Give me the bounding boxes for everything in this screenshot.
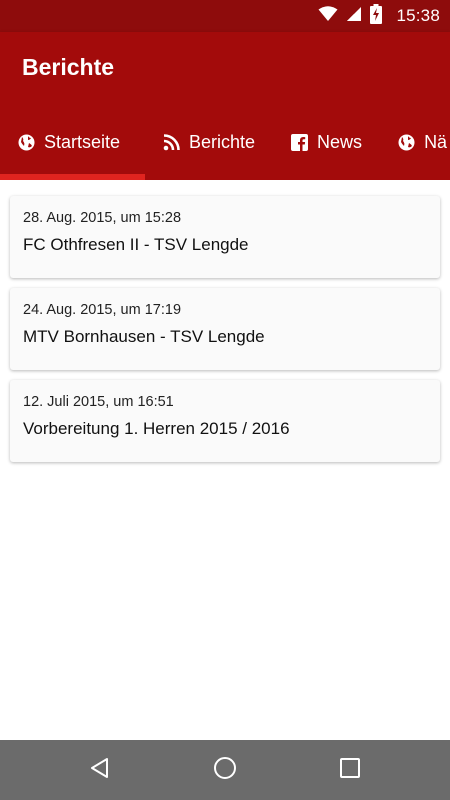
facebook-icon: [291, 133, 309, 151]
tab-bar: Startseite Berichte News Nä: [0, 104, 450, 180]
tab-label: News: [317, 131, 363, 152]
report-list: 28. Aug. 2015, um 15:28 FC Othfresen II …: [0, 180, 450, 740]
report-title: FC Othfresen II - TSV Lengde: [23, 235, 249, 254]
recents-button[interactable]: [330, 750, 370, 790]
tab-startseite[interactable]: Startseite: [0, 104, 145, 180]
report-title: MTV Bornhausen - TSV Lengde: [23, 327, 265, 346]
report-date: 12. Juli 2015, um 16:51: [23, 394, 174, 410]
rss-icon: [163, 133, 180, 151]
report-card[interactable]: 28. Aug. 2015, um 15:28 FC Othfresen II …: [10, 196, 440, 278]
app-title: Berichte: [22, 54, 115, 80]
tab-label: Berichte: [189, 131, 256, 152]
cell-signal-icon: [346, 6, 362, 27]
app-bar: Berichte Startseite Berichte News Nä: [0, 32, 450, 180]
report-title: Vorbereitung 1. Herren 2015 / 2016: [23, 419, 290, 438]
tab-berichte[interactable]: Berichte: [145, 104, 273, 180]
back-icon: [88, 756, 112, 785]
tab-label: Nä: [424, 131, 448, 152]
report-date: 24. Aug. 2015, um 17:19: [23, 302, 182, 318]
globe-icon: [18, 134, 35, 151]
report-date: 28. Aug. 2015, um 15:28: [23, 210, 182, 226]
status-time: 15:38: [396, 6, 440, 25]
tab-next[interactable]: Nä: [380, 104, 450, 180]
status-bar: 15:38: [0, 0, 450, 32]
system-nav-bar: [0, 740, 450, 800]
status-icons: 15:38: [318, 3, 440, 29]
wifi-icon: [318, 5, 338, 27]
home-icon: [213, 756, 237, 785]
battery-charging-icon: [370, 3, 383, 29]
report-card[interactable]: 24. Aug. 2015, um 17:19 MTV Bornhausen -…: [10, 288, 440, 370]
home-button[interactable]: [205, 750, 245, 790]
tab-label: Startseite: [44, 131, 121, 152]
back-button[interactable]: [80, 750, 120, 790]
globe-icon: [398, 134, 415, 151]
report-card[interactable]: 12. Juli 2015, um 16:51 Vorbereitung 1. …: [10, 380, 440, 462]
recents-icon: [339, 757, 361, 784]
tab-news[interactable]: News: [273, 104, 380, 180]
